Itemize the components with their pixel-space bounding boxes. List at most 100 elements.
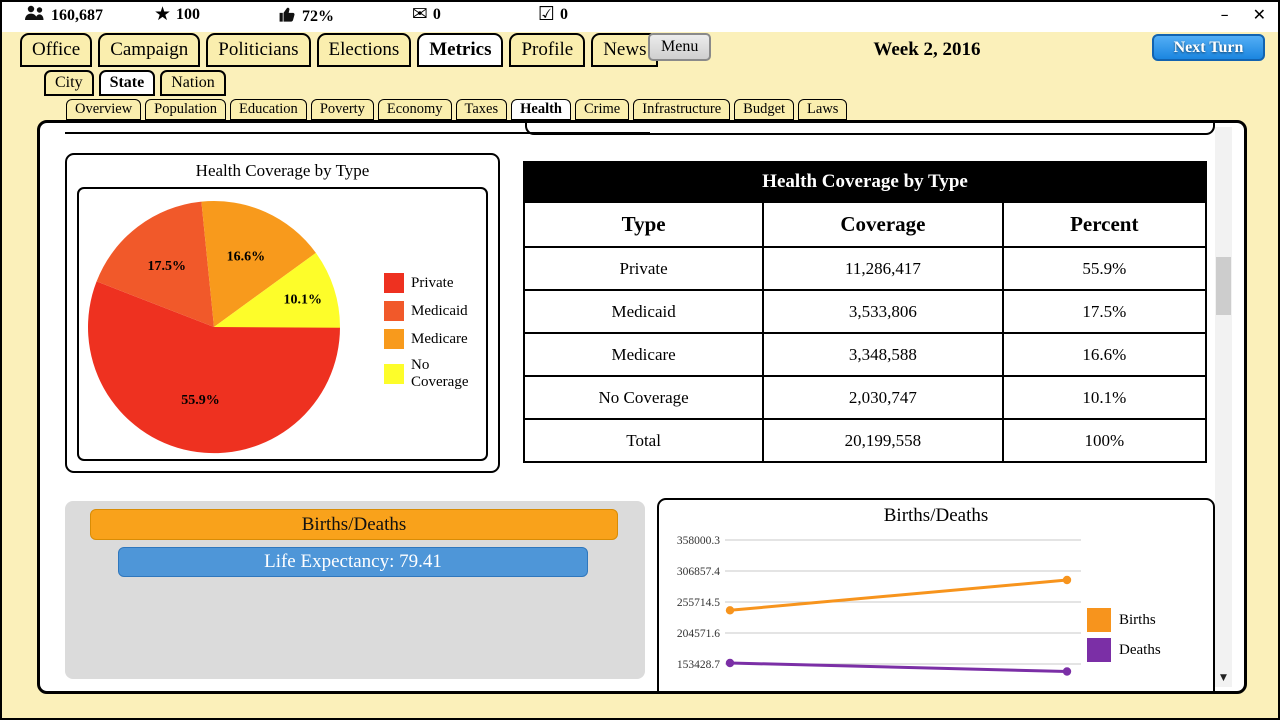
y-axis-tick-label: 358000.3 — [677, 535, 720, 547]
next-turn-button[interactable]: Next Turn — [1152, 34, 1265, 61]
pie-chart-title: Health Coverage by Type — [67, 161, 498, 181]
table-cell: No Coverage — [524, 376, 763, 419]
tab-politicians[interactable]: Politicians — [206, 33, 310, 67]
table-cell: 10.1% — [1003, 376, 1206, 419]
legend-item-medicare: Medicare — [384, 329, 486, 349]
scroll-down-icon[interactable]: ▼ — [1215, 670, 1232, 687]
tab-profile[interactable]: Profile — [509, 33, 585, 67]
table-cell: 11,286,417 — [763, 247, 1002, 290]
scrollbar-thumb[interactable] — [1216, 257, 1231, 315]
line-chart-title: Births/Deaths — [659, 505, 1213, 527]
table-row: Medicare3,348,58816.6% — [524, 333, 1206, 376]
legend-swatch — [384, 329, 404, 349]
approval-value: 72% — [302, 8, 334, 26]
table-row: Private11,286,41755.9% — [524, 247, 1206, 290]
data-point-deaths — [1063, 667, 1071, 675]
legend-item-deaths: Deaths — [1087, 638, 1161, 662]
tab-metrics[interactable]: Metrics — [417, 33, 503, 67]
tasks-icon: ☑ — [538, 5, 555, 24]
tab-state[interactable]: State — [99, 70, 156, 96]
scrolled-panel-edge-right — [525, 120, 1215, 135]
table-header-row: TypeCoveragePercent — [524, 202, 1206, 247]
population-icon — [24, 5, 46, 26]
legend-item-private: Private — [384, 273, 486, 293]
line-series-births — [730, 580, 1067, 610]
pie-chart-frame: 55.9% 17.5% 16.6% 10.1% Private Medicaid Medi… — [77, 187, 488, 461]
legend-label: Medicaid — [411, 303, 468, 320]
table-row: Total20,199,558100% — [524, 419, 1206, 462]
tab-campaign[interactable]: Campaign — [98, 33, 200, 67]
tasks-value: 0 — [560, 6, 568, 24]
pie-legend: Private Medicaid Medicare No Coverage — [384, 273, 486, 399]
reputation-indicator: ★ 100 — [154, 5, 200, 24]
legend-swatch — [1087, 608, 1111, 632]
life-expectancy-button[interactable]: Life Expectancy: 79.41 — [118, 547, 588, 577]
pie-slice-label: 10.1% — [284, 293, 323, 308]
table-row: No Coverage2,030,74710.1% — [524, 376, 1206, 419]
tab-nation[interactable]: Nation — [160, 70, 226, 96]
legend-item-births: Births — [1087, 608, 1161, 632]
legend-label: Deaths — [1119, 642, 1161, 659]
status-bar: 160,687 ★ 100 72% ✉ 0 ☑ 0 – ✕ — [2, 2, 1278, 32]
region-tab-bar: CityStateNation — [44, 70, 226, 96]
tasks-indicator: ☑ 0 — [538, 5, 568, 24]
legend-swatch — [384, 273, 404, 293]
tab-city[interactable]: City — [44, 70, 94, 96]
births-deaths-panel: Births/Deaths Life Expectancy: 79.41 — [65, 501, 645, 679]
current-date: Week 2, 2016 — [847, 39, 1007, 61]
legend-item-no-coverage: No Coverage — [384, 357, 486, 391]
minimize-button[interactable]: – — [1221, 5, 1229, 24]
tab-poverty[interactable]: Poverty — [311, 99, 374, 120]
y-axis-tick-label: 255714.5 — [677, 597, 720, 609]
tab-elections[interactable]: Elections — [317, 33, 412, 67]
pie-slice-label: 55.9% — [181, 393, 220, 408]
thumbs-up-icon — [278, 5, 297, 28]
tab-office[interactable]: Office — [20, 33, 92, 67]
star-icon: ★ — [154, 5, 171, 24]
table-cell: 16.6% — [1003, 333, 1206, 376]
messages-indicator: ✉ 0 — [412, 5, 441, 24]
legend-label: Private — [411, 275, 454, 292]
metric-tab-bar: OverviewPopulationEducationPovertyEconom… — [66, 99, 847, 120]
y-axis-tick-label: 204571.6 — [677, 628, 720, 640]
coverage-table: Health Coverage by Type TypeCoveragePerc… — [523, 161, 1207, 463]
main-tab-bar: OfficeCampaignPoliticiansElectionsMetric… — [20, 33, 658, 67]
pie-slice-label: 16.6% — [227, 250, 266, 265]
table-cell: 17.5% — [1003, 290, 1206, 333]
legend-label: Births — [1119, 612, 1156, 629]
close-button[interactable]: ✕ — [1253, 5, 1266, 24]
tab-economy[interactable]: Economy — [378, 99, 452, 120]
legend-label: No Coverage — [411, 357, 486, 391]
content-panel: Health Coverage by Type 55.9%17.5%16.6%1… — [37, 120, 1247, 694]
line-chart-legend: Births Deaths — [1087, 608, 1161, 668]
column-header-coverage: Coverage — [763, 202, 1002, 247]
legend-swatch — [384, 301, 404, 321]
legend-swatch — [384, 364, 404, 384]
tab-taxes[interactable]: Taxes — [456, 99, 508, 120]
data-point-births — [726, 606, 734, 614]
births-deaths-button[interactable]: Births/Deaths — [90, 509, 618, 540]
mail-icon: ✉ — [412, 5, 428, 24]
tab-laws[interactable]: Laws — [798, 99, 847, 120]
tab-population[interactable]: Population — [145, 99, 226, 120]
messages-value: 0 — [433, 6, 441, 24]
tab-infrastructure[interactable]: Infrastructure — [633, 99, 730, 120]
population-indicator: 160,687 — [24, 5, 103, 26]
table-cell: Medicare — [524, 333, 763, 376]
table-cell: 100% — [1003, 419, 1206, 462]
menu-button[interactable]: Menu — [648, 33, 711, 61]
app-window: 160,687 ★ 100 72% ✉ 0 ☑ 0 – ✕ OfficeCamp… — [0, 0, 1280, 720]
y-axis-tick-label: 153428.7 — [677, 659, 720, 671]
tab-education[interactable]: Education — [230, 99, 307, 120]
tab-crime[interactable]: Crime — [575, 99, 629, 120]
tab-health[interactable]: Health — [511, 99, 571, 120]
table-cell: 2,030,747 — [763, 376, 1002, 419]
population-value: 160,687 — [51, 7, 103, 25]
y-axis-tick-label: 306857.4 — [677, 566, 720, 578]
reputation-value: 100 — [176, 6, 200, 24]
tab-budget[interactable]: Budget — [734, 99, 794, 120]
scrollbar[interactable]: ▼ — [1215, 127, 1232, 687]
tab-overview[interactable]: Overview — [66, 99, 141, 120]
pie-slice-label: 17.5% — [147, 259, 186, 274]
coverage-table-title: Health Coverage by Type — [524, 162, 1206, 202]
